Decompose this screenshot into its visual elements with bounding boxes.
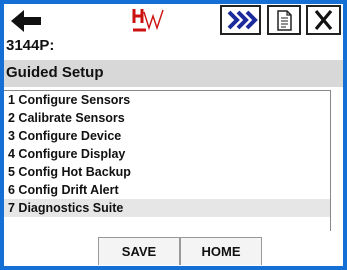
menu-item-configure-display[interactable]: 4 Configure Display [4,145,330,163]
close-button[interactable] [306,5,341,35]
back-button[interactable] [8,7,44,35]
document-icon [277,10,292,31]
menu-item-diagnostics-suite[interactable]: 7 Diagnostics Suite [4,199,330,217]
menu-item-configure-sensors[interactable]: 1 Configure Sensors [4,91,330,109]
device-tag: 3144P: [6,37,55,54]
menu-title: Guided Setup [6,64,104,81]
menu-item-calibrate-sensors[interactable]: 2 Calibrate Sensors [4,109,330,127]
menu-list: 1 Configure Sensors 2 Calibrate Sensors … [4,90,331,232]
menu-item-config-hot-backup[interactable]: 5 Config Hot Backup [4,163,330,181]
next-button[interactable] [220,5,261,35]
save-button[interactable]: SAVE [98,237,180,265]
menu-item-configure-device[interactable]: 3 Configure Device [4,127,330,145]
close-x-icon [314,9,333,31]
home-button[interactable]: HOME [180,237,262,265]
menu-item-config-drift-alert[interactable]: 6 Config Drift Alert [4,181,330,199]
bottom-bar: SAVE HOME [4,231,343,266]
double-chevron-right-icon [227,10,258,30]
app-window: 3144P: Guided Setup 1 Configure Sensors … [0,0,347,270]
arrow-left-icon [11,10,41,32]
hart-logo-icon [132,6,176,34]
menu-title-bar: Guided Setup [4,60,343,87]
toolbar [4,4,343,38]
document-button[interactable] [267,5,301,35]
